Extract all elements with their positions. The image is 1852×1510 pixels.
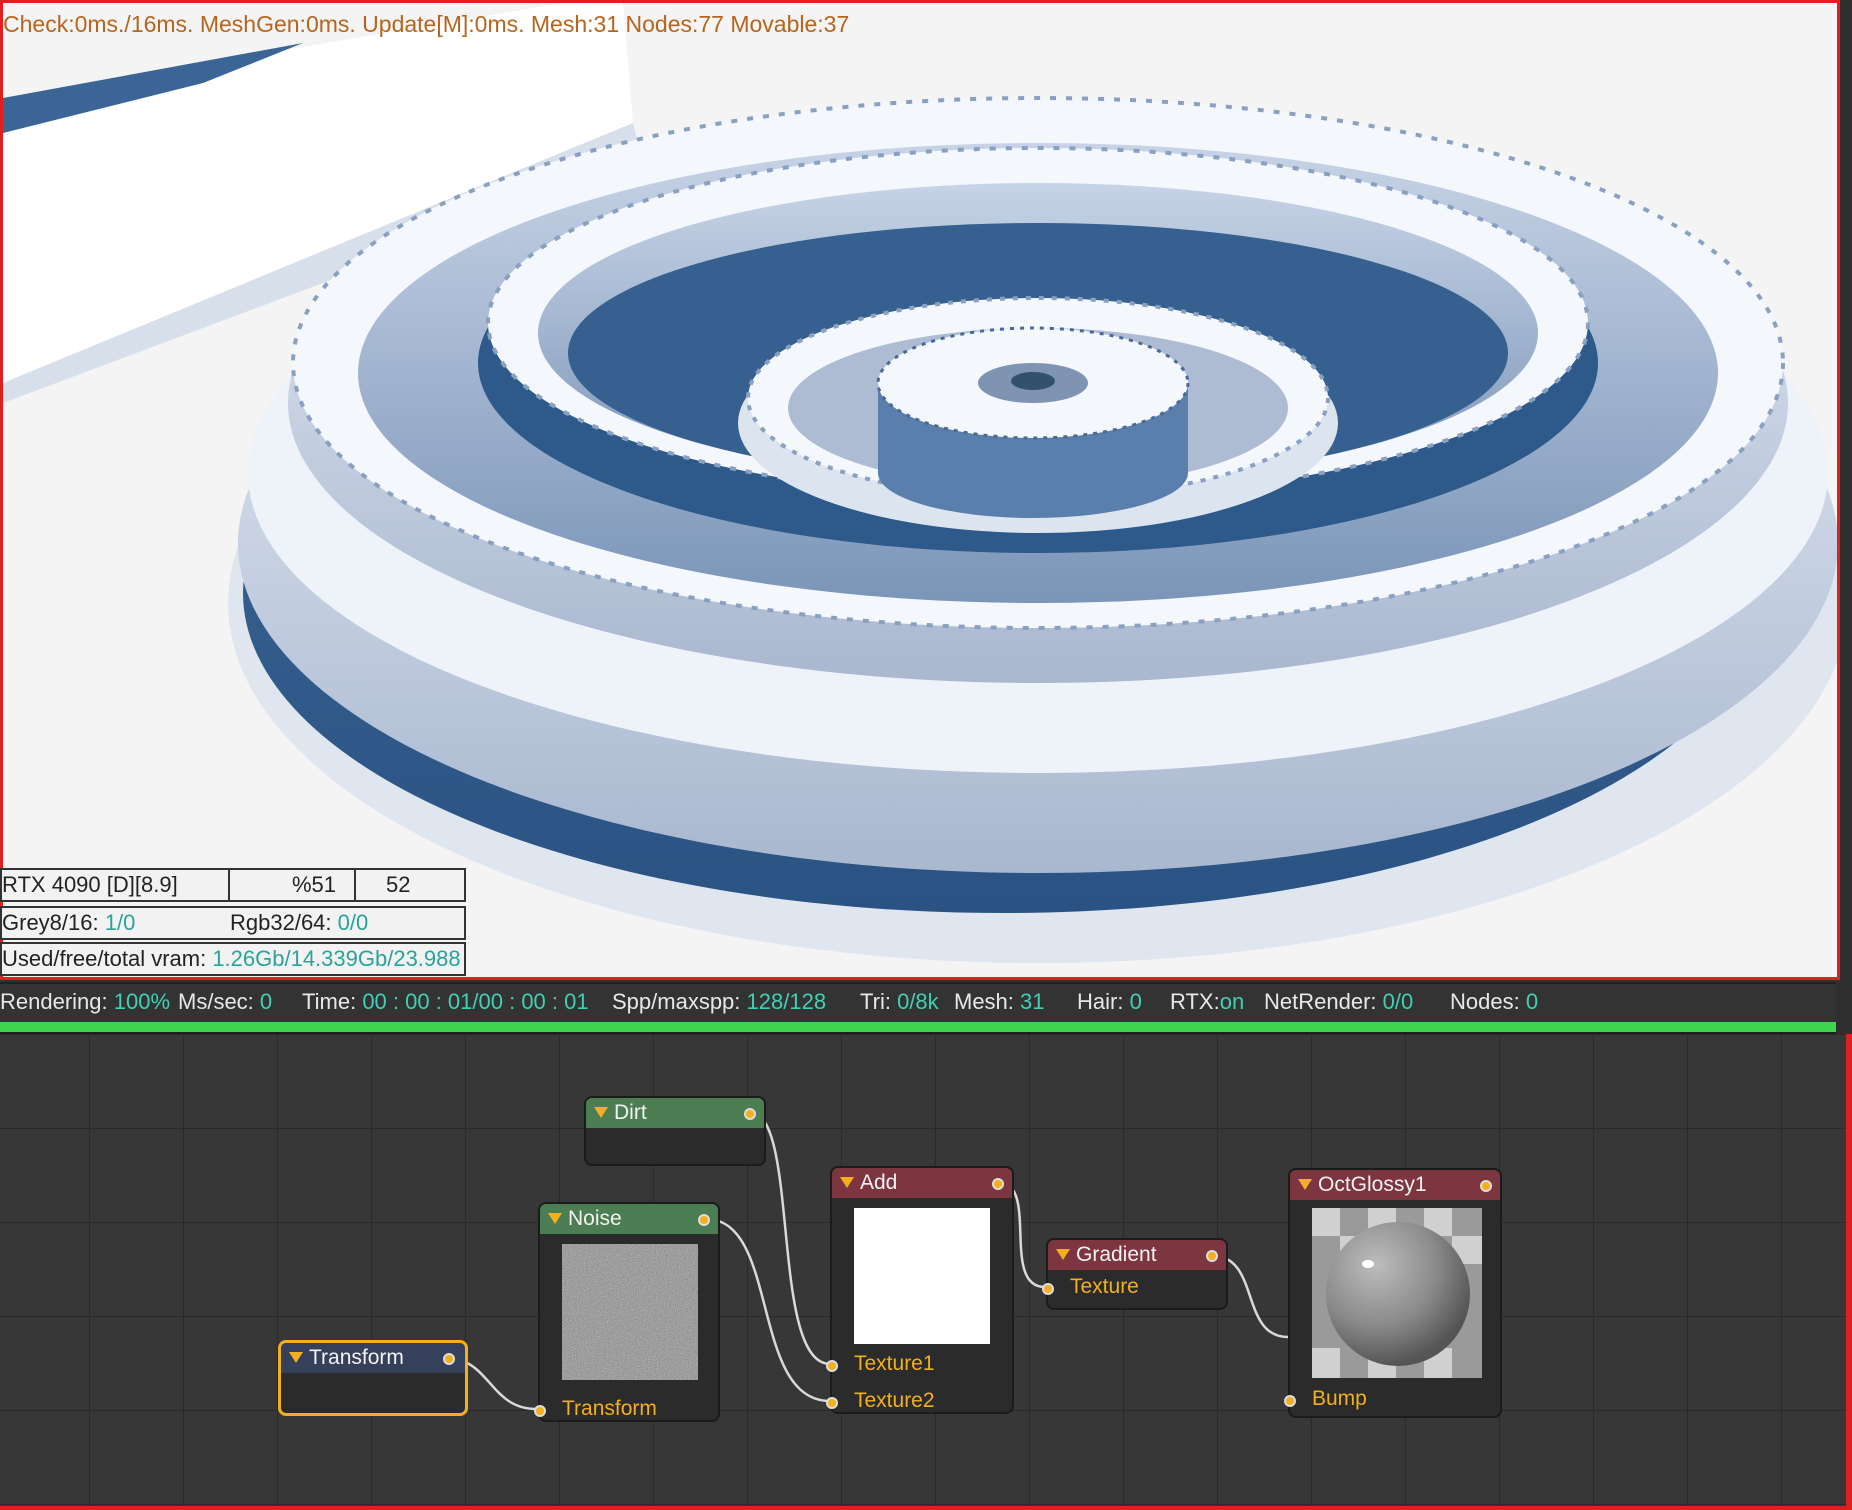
texture-info-box: Grey8/16: 1/0 Rgb32/64: 0/0 xyxy=(0,906,466,940)
render-viewport[interactable]: Check:0ms./16ms. MeshGen:0ms. Update[M]:… xyxy=(0,0,1840,980)
netrender-value: 0/0 xyxy=(1382,989,1414,1014)
add-preview-image xyxy=(854,1208,990,1344)
rtx-label: RTX: xyxy=(1170,989,1220,1014)
time-label: Time: xyxy=(302,989,357,1014)
vram-value: 1.26Gb/14.339Gb/23.988 xyxy=(212,946,461,971)
spp-value: 128/128 xyxy=(746,989,827,1014)
noise-node-title: Noise xyxy=(568,1207,622,1230)
collapse-triangle-icon[interactable] xyxy=(840,1177,854,1188)
add-output-port[interactable] xyxy=(992,1178,1004,1190)
nodes-label: Nodes: xyxy=(1450,989,1520,1014)
gradient-node[interactable]: Gradient Texture xyxy=(1042,1238,1228,1310)
transform-node[interactable]: Transform xyxy=(278,1340,468,1416)
noise-output-port[interactable] xyxy=(698,1214,710,1226)
add-node-title: Add xyxy=(860,1171,898,1194)
dirt-node-title: Dirt xyxy=(614,1101,647,1124)
octane-render-app: Check:0ms./16ms. MeshGen:0ms. Update[M]:… xyxy=(0,0,1852,1510)
gradient-output-port[interactable] xyxy=(1206,1250,1218,1262)
add-texture2-label: Texture2 xyxy=(854,1389,935,1412)
dirt-node-header[interactable]: Dirt xyxy=(586,1098,764,1128)
add-node-header[interactable]: Add xyxy=(832,1168,1012,1198)
rendered-scene xyxy=(3,3,1837,963)
divider xyxy=(354,870,356,900)
noise-preview-image xyxy=(562,1244,698,1380)
add-node[interactable]: Add Texture1 Texture2 xyxy=(826,1166,1014,1414)
hair-label: Hair: xyxy=(1077,989,1124,1014)
grey-value: 1/0 xyxy=(104,910,136,935)
netrender-label: NetRender: xyxy=(1264,989,1377,1014)
octglossy-bump-port[interactable] xyxy=(1284,1395,1296,1407)
mesh-value: 31 xyxy=(1020,989,1045,1014)
divider xyxy=(228,870,230,900)
gpu-name: RTX 4090 [D][8.9] xyxy=(2,872,178,897)
octglossy-bump-label: Bump xyxy=(1312,1387,1367,1410)
tri-label: Tri: xyxy=(860,989,891,1014)
material-preview-sphere xyxy=(1312,1208,1482,1378)
noise-transform-label: Transform xyxy=(562,1397,657,1420)
gpu-info-box: RTX 4090 [D][8.9] %51 52 xyxy=(0,868,466,902)
gradient-node-title: Gradient xyxy=(1076,1243,1157,1266)
editor-border xyxy=(0,1506,1852,1510)
hair-value: 0 xyxy=(1129,989,1142,1014)
add-texture1-label: Texture1 xyxy=(854,1352,935,1375)
dirt-output-port[interactable] xyxy=(744,1108,756,1120)
collapse-triangle-icon[interactable] xyxy=(289,1352,303,1363)
transform-node-header[interactable]: Transform xyxy=(281,1343,465,1373)
gradient-texture-label: Texture xyxy=(1070,1275,1139,1298)
octglossy-output-port[interactable] xyxy=(1480,1180,1492,1192)
rgb-label: Rgb32/64: xyxy=(230,910,332,935)
gradient-node-header[interactable]: Gradient xyxy=(1048,1240,1226,1270)
collapse-triangle-icon[interactable] xyxy=(548,1213,562,1224)
render-status-bar: Rendering: 100% Ms/sec: 0 Time: 00 : 00 … xyxy=(0,982,1836,1022)
grey-label: Grey8/16: xyxy=(2,910,99,935)
add-texture1-port[interactable] xyxy=(826,1360,838,1372)
ms-label: Ms/sec: xyxy=(178,989,254,1014)
nodes-value: 0 xyxy=(1525,989,1539,1014)
node-graph-editor[interactable]: Dirt Noise Transform Transform Add Textu… xyxy=(0,1034,1852,1510)
noise-node-header[interactable]: Noise xyxy=(540,1204,718,1234)
dirt-node[interactable]: Dirt xyxy=(584,1096,766,1166)
octglossy-material-node[interactable]: OctGlossy1 Bump xyxy=(1284,1168,1502,1418)
wire-noise-to-add xyxy=(705,1217,831,1403)
performance-readout: Check:0ms./16ms. MeshGen:0ms. Update[M]:… xyxy=(3,11,850,37)
time-value: 00 : 00 : 01/00 : 00 : 01 xyxy=(362,989,589,1014)
gpu-temperature: 52 xyxy=(386,872,411,897)
collapse-triangle-icon[interactable] xyxy=(1056,1249,1070,1260)
transform-node-title: Transform xyxy=(309,1346,404,1369)
octglossy-node-header[interactable]: OctGlossy1 xyxy=(1290,1170,1500,1200)
ms-value: 0 xyxy=(259,989,273,1014)
rtx-value: on xyxy=(1219,989,1245,1014)
transform-output-port[interactable] xyxy=(443,1353,455,1365)
vram-info-box: Used/free/total vram: 1.26Gb/14.339Gb/23… xyxy=(0,942,466,976)
rendering-label: Rendering: xyxy=(0,989,108,1014)
mesh-label: Mesh: xyxy=(954,989,1014,1014)
gpu-usage: %51 xyxy=(292,872,337,897)
vram-label: Used/free/total vram: xyxy=(2,946,207,971)
spp-label: Spp/maxspp: xyxy=(612,989,741,1014)
noise-node[interactable]: Noise Transform xyxy=(534,1202,720,1422)
octglossy-node-title: OctGlossy1 xyxy=(1318,1173,1427,1196)
add-texture2-port[interactable] xyxy=(826,1397,838,1409)
gradient-texture-port[interactable] xyxy=(1042,1283,1054,1295)
collapse-triangle-icon[interactable] xyxy=(594,1107,608,1118)
rendering-value: 100% xyxy=(113,989,171,1014)
tri-value: 0/8k xyxy=(897,989,939,1014)
editor-border xyxy=(1846,1034,1852,1510)
noise-transform-port[interactable] xyxy=(534,1405,546,1417)
rgb-value: 0/0 xyxy=(337,910,369,935)
render-progress-bar xyxy=(0,1022,1836,1034)
collapse-triangle-icon[interactable] xyxy=(1298,1179,1312,1190)
